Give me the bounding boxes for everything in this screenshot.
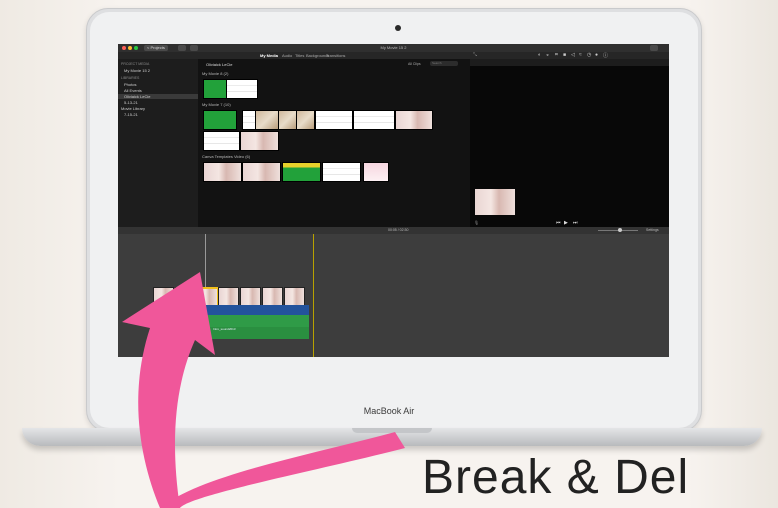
caption-text: Break & Del <box>422 451 690 504</box>
pink-arrow-icon <box>122 272 405 508</box>
